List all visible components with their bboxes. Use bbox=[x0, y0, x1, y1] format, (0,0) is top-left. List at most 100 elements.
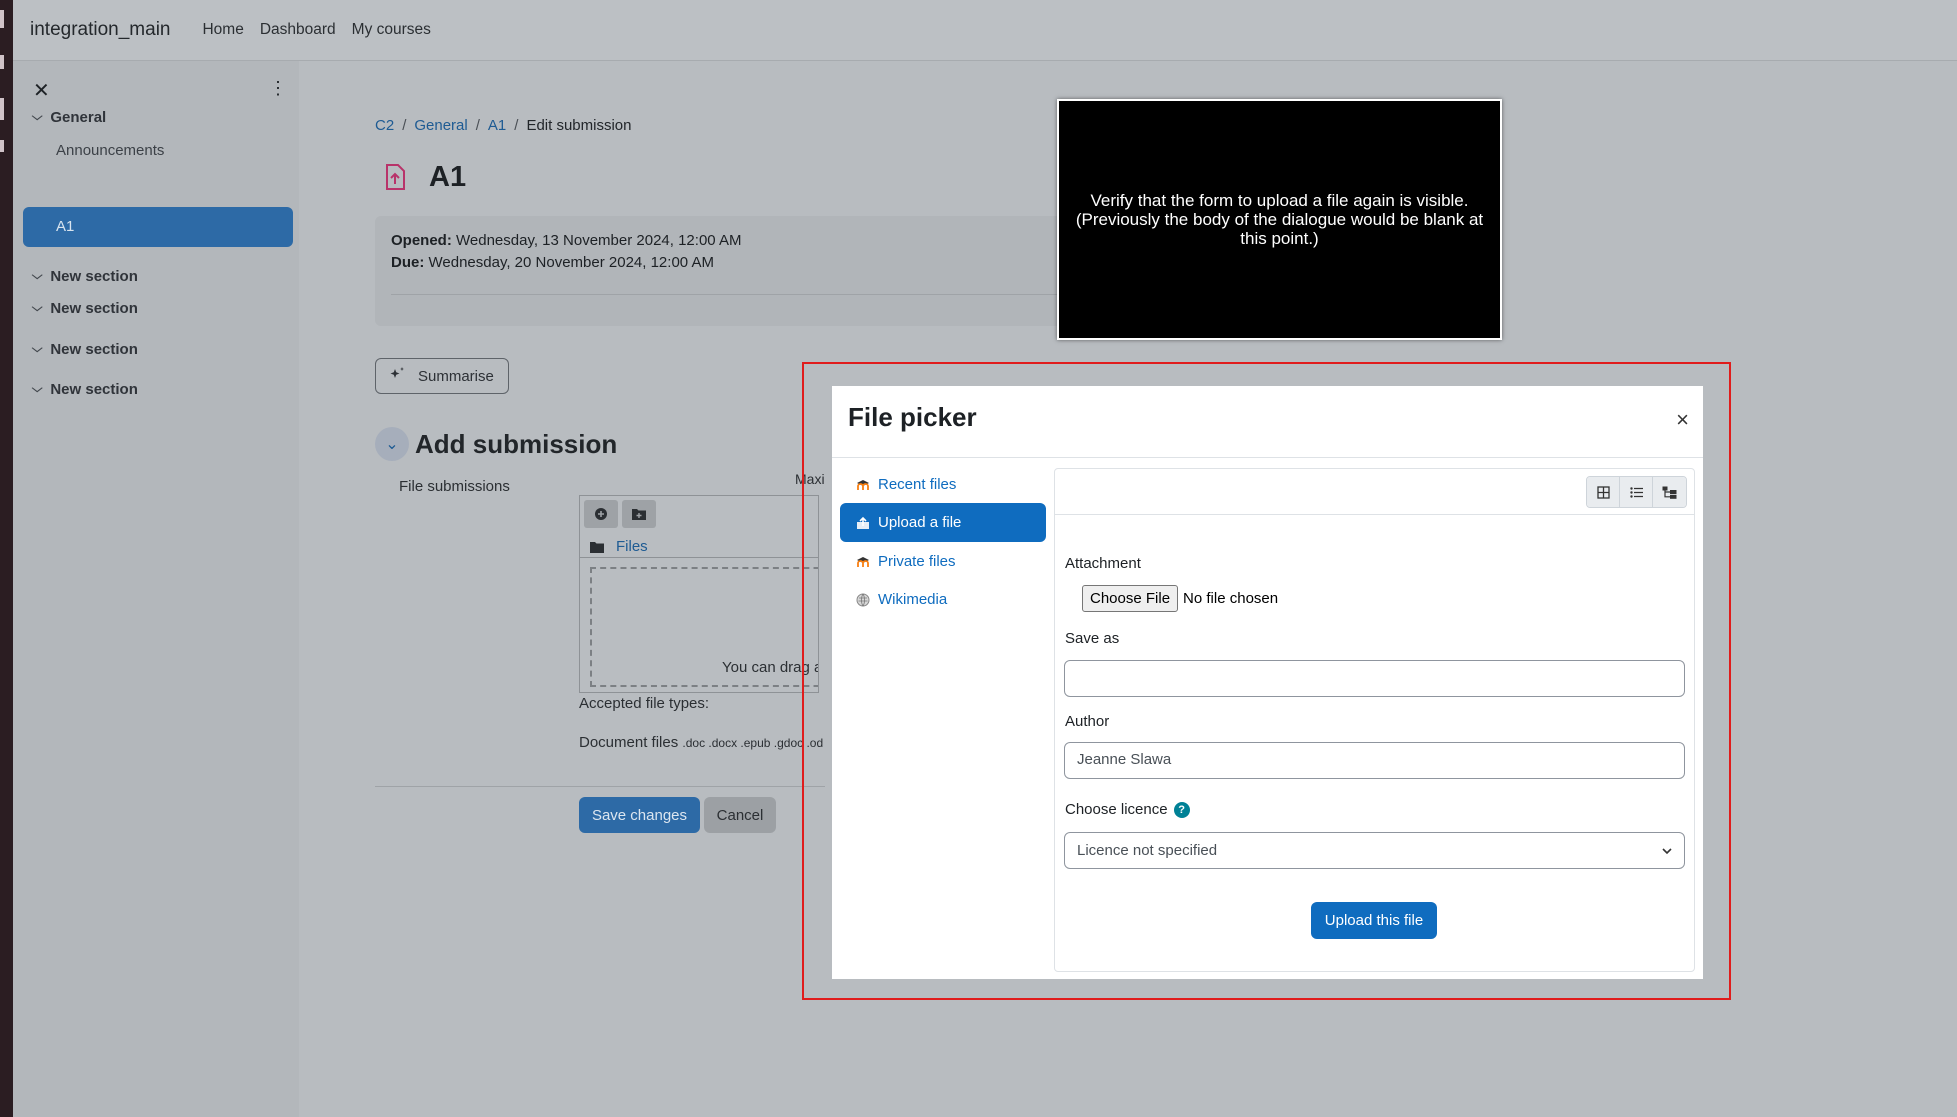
save-as-input[interactable] bbox=[1064, 660, 1685, 697]
section-new-3[interactable]: ⌵ New section bbox=[32, 341, 138, 358]
section-new-4[interactable]: ⌵ New section bbox=[32, 381, 138, 398]
chevron-down-icon[interactable]: ⌵ bbox=[32, 383, 43, 396]
view-switcher bbox=[1586, 476, 1687, 508]
grid-view-icon[interactable] bbox=[1587, 477, 1620, 507]
file-picker-panel: Attachment Choose File No file chosen Sa… bbox=[1054, 468, 1695, 972]
licence-label-row: Choose licence? bbox=[1065, 801, 1190, 819]
picker-toolbar bbox=[1055, 469, 1694, 515]
breadcrumb-general[interactable]: General bbox=[414, 117, 467, 134]
files-folder[interactable]: Files bbox=[590, 538, 648, 555]
due-date: Due: Wednesday, 20 November 2024, 12:00 … bbox=[391, 252, 1059, 274]
upload-this-file-button[interactable]: Upload this file bbox=[1311, 902, 1437, 939]
breadcrumb: C2 / General / A1 / Edit submission bbox=[375, 117, 631, 134]
file-manager: Files You can drag and bbox=[579, 495, 819, 693]
list-view-icon[interactable] bbox=[1620, 477, 1653, 507]
moodle-icon bbox=[856, 555, 870, 569]
repo-upload-a-file[interactable]: Upload a file bbox=[840, 503, 1046, 542]
drop-zone[interactable]: You can drag and bbox=[590, 567, 818, 687]
choose-file-button[interactable]: Choose File bbox=[1082, 585, 1179, 612]
repo-label: Upload a file bbox=[878, 514, 962, 531]
document-files-label: Document files bbox=[579, 734, 679, 751]
course-index-drawer: ✕ ⋮ ⌵ General Announcements A1 ⌵ New secti… bbox=[13, 61, 299, 1117]
chevron-down-icon bbox=[1662, 842, 1672, 859]
breadcrumb-separator: / bbox=[514, 117, 519, 134]
form-divider bbox=[375, 786, 825, 787]
section-general[interactable]: ⌵ General bbox=[32, 109, 107, 126]
primary-navigation: Home Dashboard My courses bbox=[202, 21, 430, 39]
upload-icon bbox=[856, 516, 870, 530]
test-instruction-overlay: Verify that the form to upload a file ag… bbox=[1057, 99, 1502, 340]
breadcrumb-c2[interactable]: C2 bbox=[375, 117, 394, 134]
nav-link-dashboard[interactable]: Dashboard bbox=[260, 21, 336, 39]
save-changes-button[interactable]: Save changes bbox=[579, 797, 700, 833]
repo-label: Recent files bbox=[878, 476, 957, 493]
opened-label: Opened: bbox=[391, 232, 452, 249]
edge-mark bbox=[0, 55, 4, 69]
add-submission-heading[interactable]: ⌄ Add submission bbox=[375, 427, 617, 461]
repo-private-files[interactable]: Private files bbox=[840, 542, 1046, 581]
licence-selected-value: Licence not specified bbox=[1077, 842, 1218, 859]
help-icon[interactable]: ? bbox=[1173, 802, 1190, 819]
dialog-header: File picker × bbox=[832, 386, 1703, 458]
section-new-1[interactable]: ⌵ New section bbox=[32, 268, 138, 285]
chevron-down-icon[interactable]: ⌵ bbox=[32, 111, 43, 124]
edge-mark bbox=[0, 98, 4, 120]
section-label: New section bbox=[50, 300, 138, 317]
close-drawer-icon[interactable]: ✕ bbox=[33, 78, 50, 103]
page-title: A1 bbox=[429, 160, 467, 193]
save-as-label: Save as bbox=[1065, 630, 1120, 647]
cancel-button[interactable]: Cancel bbox=[704, 797, 776, 833]
section-label: General bbox=[50, 109, 107, 126]
chevron-down-icon[interactable]: ⌵ bbox=[32, 343, 43, 356]
close-icon[interactable]: × bbox=[1676, 407, 1689, 433]
chevron-down-icon[interactable]: ⌵ bbox=[32, 270, 43, 283]
wikimedia-icon bbox=[856, 593, 870, 607]
due-value: Wednesday, 20 November 2024, 12:00 AM bbox=[428, 254, 714, 271]
sparkle-icon bbox=[390, 366, 406, 386]
nav-link-home[interactable]: Home bbox=[202, 21, 243, 39]
dates-divider bbox=[391, 294, 1075, 295]
author-input[interactable]: Jeanne Slawa bbox=[1064, 742, 1685, 779]
breadcrumb-separator: / bbox=[402, 117, 407, 134]
repo-label: Wikimedia bbox=[878, 591, 948, 608]
collapse-chevron-icon[interactable]: ⌄ bbox=[375, 427, 409, 461]
create-folder-button[interactable] bbox=[622, 500, 656, 528]
chevron-down-icon[interactable]: ⌵ bbox=[32, 302, 43, 315]
activity-dates: Opened: Wednesday, 13 November 2024, 12:… bbox=[375, 216, 1075, 326]
add-file-icon bbox=[595, 508, 607, 520]
repo-recent-files[interactable]: Recent files bbox=[840, 465, 1046, 504]
repo-wikimedia[interactable]: Wikimedia bbox=[840, 580, 1046, 619]
no-file-chosen-text: No file chosen bbox=[1183, 590, 1279, 607]
nav-link-my-courses[interactable]: My courses bbox=[352, 21, 431, 39]
section-label: New section bbox=[50, 381, 138, 398]
folder-icon bbox=[590, 541, 604, 553]
summarise-button[interactable]: Summarise bbox=[375, 358, 509, 394]
tree-view-icon[interactable] bbox=[1653, 477, 1686, 507]
file-picker-dialog: File picker × Recent files Upload a file… bbox=[832, 386, 1703, 979]
author-label: Author bbox=[1065, 713, 1110, 730]
breadcrumb-separator: / bbox=[475, 117, 480, 134]
summarise-label: Summarise bbox=[418, 367, 494, 385]
add-file-button[interactable] bbox=[584, 500, 618, 528]
drawer-menu-icon[interactable]: ⋮ bbox=[269, 79, 287, 97]
licence-select[interactable]: Licence not specified bbox=[1064, 832, 1685, 869]
edge-mark bbox=[0, 140, 4, 152]
breadcrumb-a1[interactable]: A1 bbox=[488, 117, 506, 134]
files-folder-label: Files bbox=[616, 538, 648, 555]
test-instruction-text: Verify that the form to upload a file ag… bbox=[1075, 191, 1484, 248]
section-label: New section bbox=[50, 341, 138, 358]
licence-label: Choose licence bbox=[1065, 801, 1168, 818]
drawer-item-announcements[interactable]: Announcements bbox=[56, 142, 164, 159]
section-new-2[interactable]: ⌵ New section bbox=[32, 300, 138, 317]
dialog-title: File picker bbox=[848, 402, 977, 432]
file-manager-divider bbox=[580, 557, 818, 558]
assignment-icon bbox=[375, 157, 415, 197]
due-label: Due: bbox=[391, 254, 425, 271]
document-files-list: Document files .doc .docx .epub .gdoc .o… bbox=[579, 734, 825, 751]
site-brand[interactable]: integration_main bbox=[30, 19, 170, 41]
section-label: New section bbox=[50, 268, 138, 285]
opened-date: Opened: Wednesday, 13 November 2024, 12:… bbox=[391, 230, 1059, 252]
page-header: A1 bbox=[375, 157, 466, 197]
drawer-item-a1[interactable]: A1 bbox=[23, 207, 293, 247]
opened-value: Wednesday, 13 November 2024, 12:00 AM bbox=[456, 232, 742, 249]
